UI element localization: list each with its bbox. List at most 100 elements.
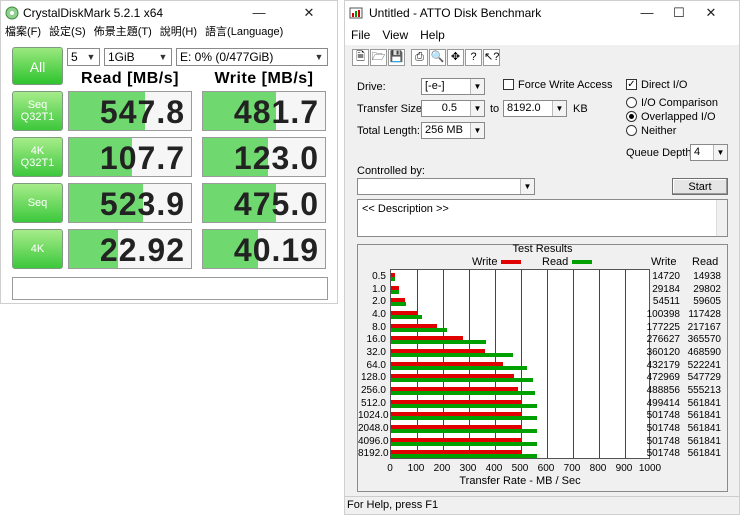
print-icon[interactable]: ⎙ [411, 48, 428, 66]
4k-read-value: 22.92 [99, 232, 185, 268]
close-icon[interactable]: ✕ [695, 1, 727, 25]
start-button[interactable]: Start [672, 178, 728, 195]
write-header: Write [MB/s] [214, 70, 314, 87]
seq-write-value: 475.0 [233, 186, 319, 222]
read-value: 561841 [687, 435, 721, 447]
read-value: 117428 [688, 309, 721, 320]
transfer-size-to-select[interactable]: 8192.0 ▼ [503, 100, 567, 117]
move-icon[interactable]: ✥ [447, 48, 464, 66]
force-write-checkbox[interactable] [503, 79, 514, 90]
seq-read-cell: 523.9 [68, 183, 192, 223]
close-icon[interactable]: ✕ [293, 1, 325, 25]
results-title: Test Results [512, 243, 573, 255]
atto-toolbar: 🗎 🗁 💾 ⎙ 🔍 ✥ ? ↖? [345, 45, 739, 69]
atto-menu-file[interactable]: File [345, 25, 376, 45]
all-button[interactable]: All [12, 47, 63, 85]
read-bar [391, 378, 534, 383]
neither-radio[interactable] [626, 125, 637, 136]
read-bar [391, 454, 538, 459]
cdm-window-title: CrystalDiskMark 5.2.1 x64 [23, 6, 164, 20]
direct-io-checkbox[interactable]: ✓ [626, 79, 637, 90]
seq-read-value: 523.9 [99, 186, 185, 222]
write-value: 14720 [652, 271, 680, 282]
direct-io-label: Direct I/O [641, 79, 688, 91]
total-length-select[interactable]: 256 MB ▼ [421, 122, 485, 139]
chevron-down-icon: ▼ [470, 79, 484, 94]
cdm-menu-help[interactable]: 說明(H) [156, 23, 201, 41]
seq-q32t1-button[interactable]: Seq Q32T1 [12, 91, 63, 131]
atto-window-title: Untitled - ATTO Disk Benchmark [369, 6, 542, 20]
queue-depth-select[interactable]: 4 ▼ [690, 144, 728, 161]
test-size-select[interactable]: 1GiB ▼ [104, 48, 172, 66]
4k-read-cell: 22.92 [68, 229, 192, 269]
test-count-value: 5 [71, 50, 78, 64]
atto-menu-view[interactable]: View [376, 25, 414, 45]
legend-read-swatch [572, 260, 593, 264]
transfer-size-from-value: 0.5 [441, 102, 457, 114]
minimize-icon[interactable]: — [631, 1, 663, 25]
controlled-by-select[interactable]: ▼ [357, 178, 535, 195]
seq-button[interactable]: Seq [12, 183, 63, 223]
write-value: 276627 [646, 334, 680, 346]
cdm-menu-file[interactable]: 檔案(F) [1, 23, 45, 41]
4k-q32t1-read-cell: 107.7 [68, 137, 192, 177]
cdm-titlebar: CrystalDiskMark 5.2.1 x64 — ✕ [1, 1, 337, 25]
overlapped-io-radio[interactable] [626, 111, 637, 122]
y-tick-label: 2048.0 [358, 423, 389, 434]
atto-drive-select[interactable]: [-e-] ▼ [421, 78, 485, 95]
cdm-menubar: 檔案(F) 設定(S) 佈景主題(T) 說明(H) 語言(Language) [1, 23, 337, 41]
minimize-icon[interactable]: — [243, 1, 275, 25]
chevron-down-icon: ▼ [713, 145, 727, 160]
chevron-down-icon: ▼ [158, 52, 168, 62]
write-value: 54511 [652, 296, 680, 308]
status-bar: For Help, press F1 [345, 496, 739, 514]
atto-drive-value: [-e-] [425, 80, 445, 92]
read-bar [391, 416, 538, 421]
description-text: << Description >> [362, 203, 449, 215]
save-icon[interactable]: 💾 [388, 48, 405, 66]
cdm-menu-settings[interactable]: 設定(S) [45, 23, 90, 41]
drive-select[interactable]: E: 0% (0/477GiB) ▼ [176, 48, 328, 66]
x-tick-label: 100 [407, 463, 425, 474]
io-comparison-radio[interactable] [626, 97, 637, 108]
open-icon[interactable]: 🗁 [370, 48, 387, 66]
test-count-select[interactable]: 5 ▼ [67, 48, 100, 66]
queue-depth-value: 4 [694, 146, 701, 158]
seq-q32t1-write-value: 481.7 [233, 94, 319, 130]
4k-q32t1-button[interactable]: 4K Q32T1 [12, 137, 63, 177]
help-icon[interactable]: ? [465, 48, 482, 66]
transfer-size-from-select[interactable]: 0.5 ▼ [421, 100, 485, 117]
read-bar [391, 429, 538, 433]
new-icon[interactable]: 🗎 [352, 48, 369, 66]
print-preview-icon[interactable]: 🔍 [429, 48, 446, 66]
write-value: 29184 [652, 283, 680, 295]
atto-menu-help[interactable]: Help [414, 25, 451, 45]
seq-q32t1-read-value: 547.8 [99, 94, 185, 130]
legend-read: Read [542, 256, 593, 268]
legend-write-swatch [501, 260, 522, 264]
context-help-icon[interactable]: ↖? [483, 48, 500, 66]
cdm-menu-theme[interactable]: 佈景主題(T) [90, 23, 156, 41]
transfer-size-label: Transfer Size: [357, 103, 426, 115]
write-value: 360120 [646, 347, 680, 358]
to-label: to [490, 103, 500, 115]
transfer-size-to-value: 8192.0 [507, 102, 541, 114]
comment-input[interactable] [12, 277, 328, 300]
legend-write-label: Write [472, 256, 498, 268]
description-textarea[interactable]: << Description >> [357, 199, 728, 237]
read-bar [391, 441, 538, 446]
kb-label: KB [573, 103, 588, 115]
seq-write-cell: 475.0 [202, 183, 326, 223]
maximize-icon[interactable]: ☐ [663, 1, 695, 25]
4k-write-cell: 40.19 [202, 229, 326, 269]
read-value: 59605 [693, 296, 721, 308]
description-scrollbar[interactable] [716, 200, 727, 236]
cdm-menu-language[interactable]: 語言(Language) [201, 23, 287, 41]
4k-q32t1-read-value: 107.7 [99, 140, 185, 176]
y-tick-label: 4.0 [372, 309, 386, 320]
4k-button[interactable]: 4K [12, 229, 63, 269]
io-comparison-label: I/O Comparison [641, 97, 719, 109]
neither-label: Neither [641, 125, 677, 137]
drive-label: Drive: [357, 81, 386, 93]
write-column-header: Write [651, 256, 677, 268]
